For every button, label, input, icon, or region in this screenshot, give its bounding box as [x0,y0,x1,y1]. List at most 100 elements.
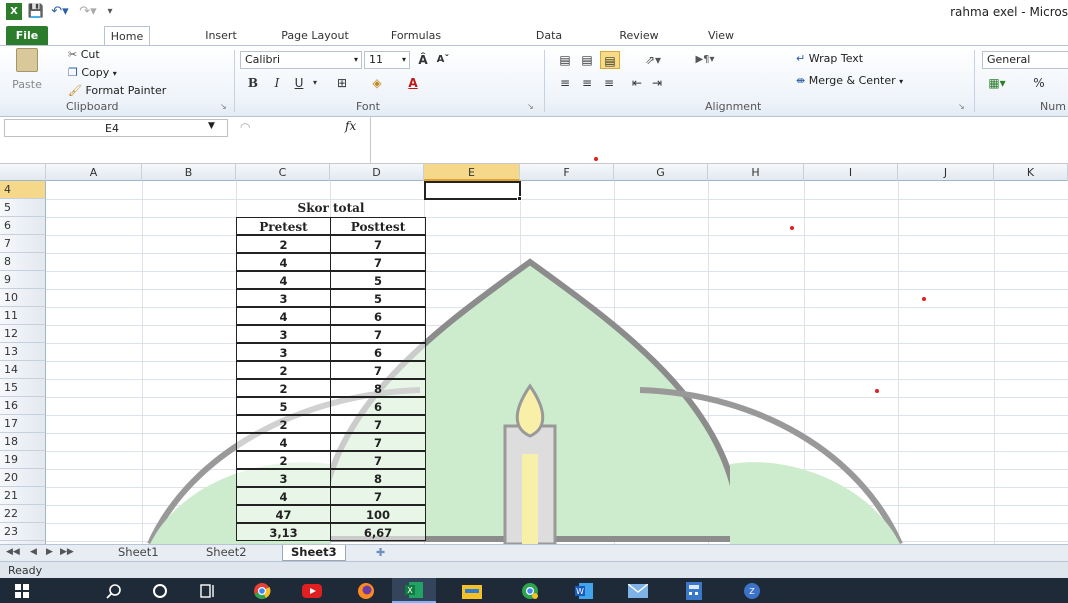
italic-button[interactable]: I [268,74,286,92]
font-name-dropdown[interactable]: Calibri ▾ [240,51,362,69]
align-middle-icon[interactable]: ▤ [578,51,596,69]
row-header-12[interactable]: 12 [0,325,46,343]
column-header-f[interactable]: F [520,164,614,181]
fill-handle[interactable] [517,196,522,201]
text-direction-icon[interactable]: ▶¶▾ [690,51,720,69]
translate-icon[interactable]: Z [730,578,774,603]
row-header-20[interactable]: 20 [0,469,46,487]
row-header-23[interactable]: 23 [0,523,46,541]
save-icon[interactable]: 💾 [28,3,44,20]
align-left-icon[interactable]: ≡ [556,74,574,92]
wrap-text-button[interactable]: ↵ Wrap Text [796,52,863,65]
tab-insert[interactable]: Insert [198,26,244,45]
row-header-18[interactable]: 18 [0,433,46,451]
redo-icon[interactable]: ↷▾ [76,3,100,20]
tab-review[interactable]: Review [615,26,663,45]
row-header-16[interactable]: 16 [0,397,46,415]
customize-toolbar-icon[interactable]: ▾ [104,3,116,20]
file-explorer-icon[interactable] [450,578,494,603]
column-header-h[interactable]: H [708,164,804,181]
cut-button[interactable]: ✂ Cut [68,48,100,61]
increase-indent-icon[interactable]: ⇥ [648,74,666,92]
sheet-tab-sheet1[interactable]: Sheet1 [110,545,167,561]
number-format-dropdown[interactable]: General [982,51,1068,69]
row-header-13[interactable]: 13 [0,343,46,361]
chevron-down-icon[interactable]: ▼ [208,121,215,131]
row-header-11[interactable]: 11 [0,307,46,325]
fill-color-icon[interactable]: ◈ [366,74,388,92]
merge-center-button[interactable]: ⇼ Merge & Center ▾ [796,74,903,87]
clipboard-launcher-icon[interactable]: ↘ [220,102,227,111]
undo-icon[interactable]: ↶▾ [48,3,72,20]
align-center-icon[interactable]: ≡ [578,74,596,92]
column-header-b[interactable]: B [142,164,236,181]
formula-input[interactable] [370,117,1068,164]
decrease-indent-icon[interactable]: ⇤ [628,74,646,92]
sheet-tab-sheet2[interactable]: Sheet2 [198,545,255,561]
column-header-j[interactable]: J [898,164,994,181]
insert-sheet-icon[interactable]: ✚ [376,546,385,559]
row-header-9[interactable]: 9 [0,271,46,289]
tab-view[interactable]: View [702,26,740,45]
youtube-icon[interactable] [290,578,334,603]
row-header-21[interactable]: 21 [0,487,46,505]
align-bottom-icon[interactable]: ▤ [600,51,620,69]
font-size-dropdown[interactable]: 11 ▾ [364,51,410,69]
sheet-tab-sheet3[interactable]: Sheet3 [282,545,346,561]
row-header-17[interactable]: 17 [0,415,46,433]
column-header-g[interactable]: G [614,164,708,181]
mail-icon[interactable] [616,578,660,603]
cortana-icon[interactable] [138,578,182,603]
active-cell[interactable] [424,181,521,200]
chrome-alt-icon[interactable] [508,578,552,603]
font-launcher-icon[interactable]: ↘ [527,102,534,111]
cancel-edit-icon[interactable]: ◠ [240,120,250,134]
row-header-4[interactable]: 4 [0,181,46,199]
row-header-14[interactable]: 14 [0,361,46,379]
bold-button[interactable]: B [244,74,262,92]
paste-button[interactable]: Paste [10,48,44,96]
first-sheet-icon[interactable]: ◀◀ [6,547,20,557]
grow-font-icon[interactable]: Â [414,51,432,69]
tab-data[interactable]: Data [530,26,568,45]
task-view-icon[interactable] [186,578,230,603]
alignment-launcher-icon[interactable]: ↘ [958,102,965,111]
underline-button[interactable]: U [290,74,308,92]
align-top-icon[interactable]: ▤ [556,51,574,69]
worksheet-grid[interactable]: A B C D E F G H I J K 4 5 6 7 8 9 10 11 12 13 14 15… [0,164,1068,544]
column-header-k[interactable]: K [994,164,1068,181]
column-header-d[interactable]: D [330,164,424,181]
last-sheet-icon[interactable]: ▶▶ [60,547,74,557]
row-header-15[interactable]: 15 [0,379,46,397]
chevron-down-icon[interactable]: ▾ [310,74,320,92]
borders-icon[interactable]: ⊞ [332,74,352,92]
percent-button[interactable]: % [1030,74,1048,92]
row-header-8[interactable]: 8 [0,253,46,271]
currency-icon[interactable]: ▦▾ [984,74,1010,92]
row-header-19[interactable]: 19 [0,451,46,469]
firefox-icon[interactable] [344,578,388,603]
row-header-10[interactable]: 10 [0,289,46,307]
column-header-c[interactable]: C [236,164,330,181]
row-header-6[interactable]: 6 [0,217,46,235]
tab-file[interactable]: File [6,26,48,45]
windows-start-icon[interactable] [0,578,44,603]
word-icon[interactable]: W [562,578,606,603]
excel-icon[interactable]: X [392,578,436,603]
format-painter-button[interactable]: 🖌 Format Painter [68,84,166,97]
row-header-7[interactable]: 7 [0,235,46,253]
column-header-a[interactable]: A [46,164,142,181]
shrink-font-icon[interactable]: Aˇ [434,51,452,69]
row-header-22[interactable]: 22 [0,505,46,523]
orientation-icon[interactable]: ⇗▾ [640,51,666,69]
tab-page-layout[interactable]: Page Layout [276,26,354,45]
select-all-corner[interactable] [0,164,46,181]
font-color-icon[interactable]: A [404,74,422,92]
copy-button[interactable]: ❐ Copy ▾ [68,66,117,79]
search-icon[interactable] [92,578,136,603]
insert-function-button[interactable]: fx [345,119,356,133]
tab-home[interactable]: Home [104,26,150,45]
name-box[interactable]: E4 [4,119,228,137]
column-header-e[interactable]: E [424,164,520,181]
align-right-icon[interactable]: ≡ [600,74,618,92]
